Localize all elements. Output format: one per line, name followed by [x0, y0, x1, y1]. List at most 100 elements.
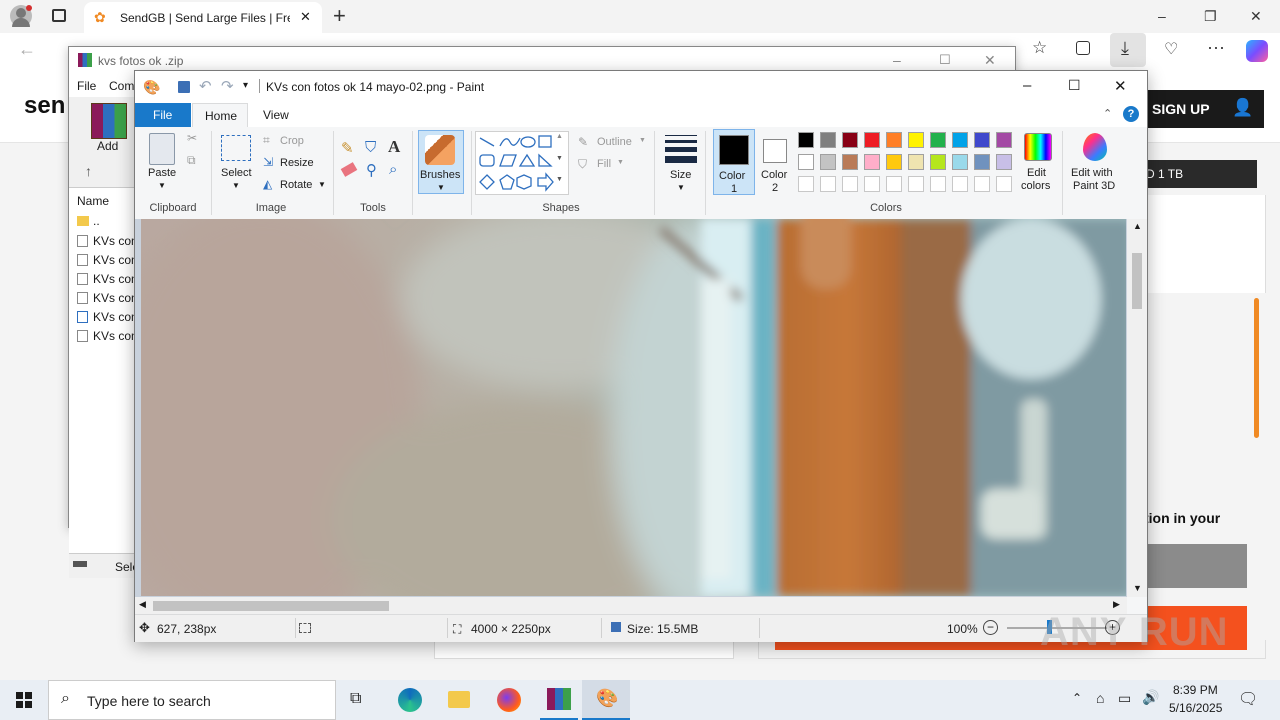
palette-color-swatch[interactable]: [820, 132, 836, 148]
winrar-up-icon[interactable]: ↑: [85, 163, 92, 179]
palette-color-swatch[interactable]: [930, 154, 946, 170]
rotate-dropdown-icon[interactable]: ▼: [318, 180, 326, 189]
select-button[interactable]: Select ▼: [219, 131, 255, 191]
help-icon[interactable]: ?: [1123, 106, 1139, 122]
winrar-taskbar-icon[interactable]: [540, 680, 578, 720]
palette-color-swatch[interactable]: [798, 132, 814, 148]
paint-maximize-button[interactable]: ☐: [1068, 77, 1081, 94]
file-explorer-icon[interactable]: [448, 691, 470, 708]
winrar-column-name[interactable]: Name: [77, 194, 109, 208]
notifications-icon[interactable]: 🗨: [1238, 689, 1258, 709]
undo-icon[interactable]: ↶: [199, 77, 212, 95]
crop-label[interactable]: Crop: [280, 135, 304, 147]
signup-button[interactable]: SIGN UP 👤: [1142, 90, 1264, 128]
collections-icon[interactable]: [1076, 41, 1090, 55]
close-button[interactable]: ✕: [1250, 8, 1262, 25]
palette-color-swatch[interactable]: [996, 154, 1012, 170]
palette-color-swatch[interactable]: [864, 154, 880, 170]
palette-color-swatch[interactable]: [864, 132, 880, 148]
vertical-scroll-thumb[interactable]: [1132, 253, 1142, 309]
winrar-add-label[interactable]: Add: [97, 139, 118, 153]
vertical-scrollbar[interactable]: ▲ ▼: [1127, 219, 1147, 597]
color-picker-icon[interactable]: ⚲: [366, 161, 377, 179]
palette-color-swatch[interactable]: [820, 154, 836, 170]
more-menu-icon[interactable]: ···: [1207, 37, 1225, 58]
tab-view[interactable]: View: [263, 108, 289, 122]
parent-dir[interactable]: ..: [93, 214, 100, 228]
redo-icon[interactable]: ↷: [221, 77, 234, 95]
outline-dropdown-icon[interactable]: ▼: [639, 137, 646, 144]
edge-taskbar-icon[interactable]: [398, 688, 422, 712]
palette-color-swatch[interactable]: [842, 154, 858, 170]
edit-with-paint3d-button[interactable]: Edit with Paint 3D: [1067, 131, 1123, 195]
palette-color-swatch[interactable]: [974, 132, 990, 148]
browser-essentials-icon[interactable]: ♡: [1164, 39, 1178, 59]
volume-icon[interactable]: 🔊: [1142, 689, 1159, 706]
tab-home[interactable]: Home: [192, 103, 248, 127]
crop-icon[interactable]: ⌗: [263, 133, 270, 148]
scroll-right-icon[interactable]: ▶: [1113, 599, 1120, 610]
tab-actions-icon[interactable]: [52, 9, 66, 22]
paint-taskbar-icon[interactable]: 🎨: [582, 680, 630, 720]
scroll-down-icon[interactable]: ▼: [1133, 583, 1142, 593]
custom-color-swatch[interactable]: [930, 176, 946, 192]
magnifier-icon[interactable]: ⌕: [389, 161, 397, 178]
color1-button[interactable]: Color 1: [713, 129, 755, 195]
palette-color-swatch[interactable]: [952, 132, 968, 148]
sendgb-grey-button[interactable]: [1144, 544, 1247, 588]
winrar-close-button[interactable]: ✕: [984, 52, 996, 69]
restore-button[interactable]: ❐: [1204, 8, 1217, 25]
customize-toolbar-icon[interactable]: ▾: [243, 80, 248, 91]
palette-color-swatch[interactable]: [886, 132, 902, 148]
edit-colors-button[interactable]: Edit colors: [1018, 131, 1058, 195]
palette-color-swatch[interactable]: [908, 132, 924, 148]
paste-button[interactable]: Paste ▼: [143, 131, 181, 191]
fill-icon[interactable]: ⛉: [578, 157, 587, 172]
eraser-icon[interactable]: [340, 162, 358, 177]
show-hidden-icons[interactable]: ⌃: [1072, 691, 1082, 705]
resize-icon[interactable]: ⇲: [263, 155, 273, 169]
task-view-icon[interactable]: ⧉: [350, 690, 361, 708]
rotate-icon[interactable]: ◭: [263, 177, 272, 191]
tab-close-icon[interactable]: ✕: [300, 9, 311, 25]
start-button[interactable]: [0, 680, 48, 720]
custom-color-swatch[interactable]: [908, 176, 924, 192]
fill-label[interactable]: Fill: [597, 158, 611, 170]
clock-time[interactable]: 8:39 PM: [1173, 683, 1218, 697]
paint-minimize-button[interactable]: –: [1023, 77, 1031, 94]
collapse-ribbon-icon[interactable]: ⌃: [1103, 107, 1112, 120]
paint-close-button[interactable]: ✕: [1114, 77, 1127, 95]
profile-avatar-icon[interactable]: [10, 5, 32, 27]
resize-label[interactable]: Resize: [280, 157, 314, 169]
gallery-scroll-down-icon[interactable]: ▼: [556, 155, 563, 162]
taskbar-search-box[interactable]: ⌕ Type here to search: [48, 680, 336, 720]
back-icon[interactable]: ←: [18, 39, 36, 60]
winrar-maximize-button[interactable]: ☐: [939, 52, 951, 68]
custom-color-swatch[interactable]: [842, 176, 858, 192]
minimize-button[interactable]: –: [1158, 8, 1166, 24]
winrar-add-icon[interactable]: [91, 103, 127, 139]
palette-color-swatch[interactable]: [952, 154, 968, 170]
rotate-label[interactable]: Rotate: [280, 179, 312, 191]
custom-color-swatch[interactable]: [996, 176, 1012, 192]
brushes-button[interactable]: Brushes ▼: [418, 130, 464, 194]
palette-color-swatch[interactable]: [996, 132, 1012, 148]
palette-color-swatch[interactable]: [886, 154, 902, 170]
color2-button[interactable]: Color 2: [757, 129, 795, 195]
outline-icon[interactable]: ✎: [578, 135, 588, 149]
fill-bucket-icon[interactable]: ⛉: [365, 139, 376, 156]
palette-color-swatch[interactable]: [908, 154, 924, 170]
custom-color-swatch[interactable]: [864, 176, 880, 192]
winrar-menu-file[interactable]: File: [77, 79, 96, 93]
palette-color-swatch[interactable]: [930, 132, 946, 148]
network-icon[interactable]: ⌂: [1096, 690, 1104, 706]
new-tab-button[interactable]: +: [333, 3, 346, 29]
palette-color-swatch[interactable]: [798, 154, 814, 170]
custom-color-swatch[interactable]: [798, 176, 814, 192]
favorites-star-icon[interactable]: ☆: [1032, 38, 1047, 58]
palette-color-swatch[interactable]: [842, 132, 858, 148]
page-scroll-indicator[interactable]: [1254, 298, 1259, 438]
zoom-out-icon[interactable]: −: [983, 620, 998, 635]
copilot-icon[interactable]: [1246, 40, 1268, 62]
horizontal-scroll-thumb[interactable]: [153, 601, 389, 611]
